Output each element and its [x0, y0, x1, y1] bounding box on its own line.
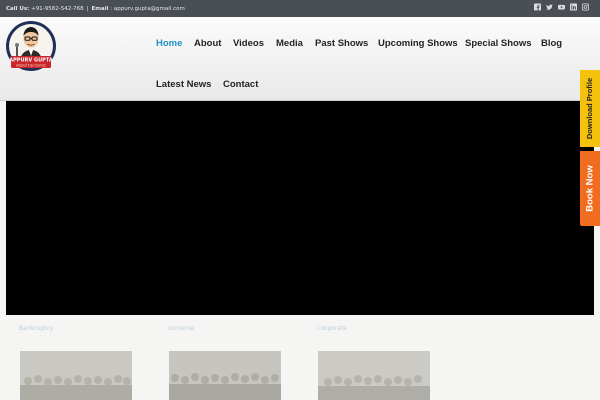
linkedin-icon[interactable]: [570, 3, 577, 11]
email-label: Email: [91, 5, 109, 12]
nav-item-contact[interactable]: Contact: [223, 79, 258, 90]
email-address[interactable]: appurv.gupta@gmail.com: [114, 6, 185, 12]
twitter-icon[interactable]: [546, 3, 553, 11]
site-header: APPURV GUPTA Stand Up Comic Home About V…: [0, 17, 600, 101]
top-contact-bar: Call Us: +91-9582-542-768 | Email : appu…: [0, 0, 600, 17]
video-card[interactable]: Universe: [168, 325, 283, 400]
facebook-icon[interactable]: [534, 3, 541, 11]
video-card-thumbnail[interactable]: [20, 351, 132, 400]
video-card-thumbnail[interactable]: [318, 351, 430, 400]
nav-item-media[interactable]: Media: [276, 38, 303, 49]
phone-number[interactable]: +91-9582-542-768: [31, 6, 84, 12]
call-label: Call Us:: [6, 5, 30, 12]
nav-item-upcoming-shows[interactable]: Upcoming Shows: [378, 38, 458, 49]
video-card-title[interactable]: Bankruptcy: [19, 325, 134, 335]
nav-item-videos[interactable]: Videos: [233, 38, 264, 49]
instagram-icon[interactable]: [582, 3, 589, 11]
separator: |: [86, 5, 89, 12]
book-now-label: Book Now: [584, 165, 596, 212]
logo-tagline-text: Stand Up Comic: [16, 64, 46, 68]
email-colon: :: [110, 5, 113, 12]
book-now-tab[interactable]: Book Now: [580, 151, 600, 226]
video-card-title[interactable]: Universe: [168, 325, 283, 335]
nav-item-past-shows[interactable]: Past Shows: [315, 38, 368, 49]
video-card-thumbnail[interactable]: [169, 351, 281, 400]
social-links: [534, 3, 589, 11]
video-card[interactable]: Bankruptcy: [19, 325, 134, 400]
site-logo[interactable]: APPURV GUPTA Stand Up Comic: [5, 19, 59, 73]
video-player[interactable]: [6, 101, 594, 315]
nav-item-about[interactable]: About: [194, 38, 221, 49]
youtube-icon[interactable]: [558, 3, 565, 11]
video-card-title[interactable]: Corporate: [317, 325, 432, 335]
video-card[interactable]: Corporate: [317, 325, 432, 400]
nav-item-latest-news[interactable]: Latest News: [156, 79, 211, 90]
download-profile-label: Download Profile: [585, 77, 595, 140]
nav-item-blog[interactable]: Blog: [541, 38, 562, 49]
video-cards-section: Bankruptcy Universe Corporate: [0, 325, 600, 400]
nav-item-home[interactable]: Home: [156, 38, 182, 49]
nav-item-special-shows[interactable]: Special Shows: [465, 38, 532, 49]
download-profile-tab[interactable]: Download Profile: [580, 70, 600, 147]
